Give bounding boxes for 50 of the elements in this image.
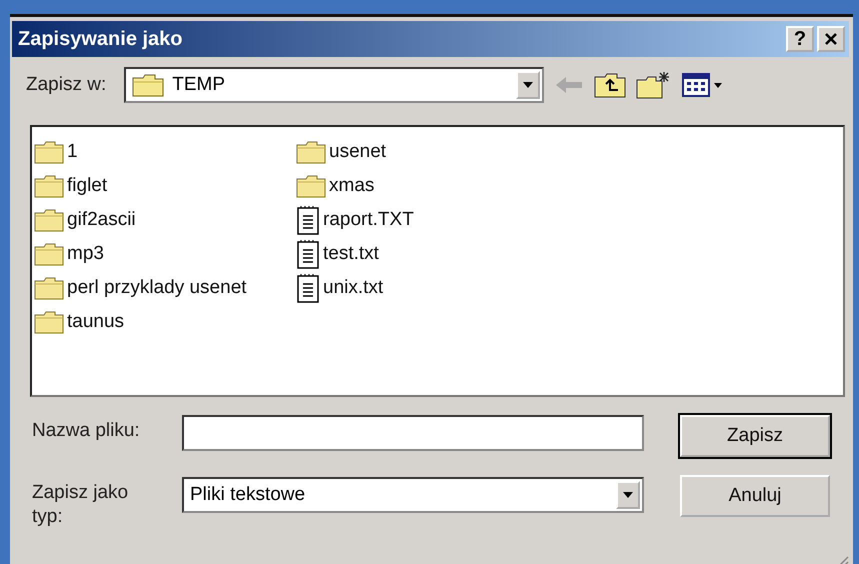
folder-icon <box>34 208 64 232</box>
folder-icon <box>34 242 64 266</box>
folder-icon <box>34 310 64 334</box>
text-file-icon <box>296 205 320 235</box>
view-menu-icon[interactable] <box>682 72 724 98</box>
file-item[interactable]: test.txt <box>296 237 558 271</box>
window-title: Zapisywanie jako <box>18 28 183 50</box>
file-name: 1 <box>67 141 78 163</box>
file-name-label: Nazwa pliku: <box>32 419 141 443</box>
text-file-icon <box>296 239 320 269</box>
file-item[interactable]: mp3 <box>34 237 296 271</box>
file-item[interactable]: 1 <box>34 135 296 169</box>
file-name: perl przyklady usenet <box>67 277 247 299</box>
file-item[interactable]: usenet <box>296 135 558 169</box>
file-name: raport.TXT <box>323 209 414 231</box>
file-item[interactable]: taunus <box>34 305 296 339</box>
save-button[interactable]: Zapisz <box>680 415 830 457</box>
location-value: TEMP <box>172 74 226 96</box>
cancel-button[interactable]: Anuluj <box>680 475 830 517</box>
folder-icon <box>34 174 64 198</box>
file-name: xmas <box>329 175 374 197</box>
folder-icon <box>34 140 64 164</box>
folder-icon <box>296 140 326 164</box>
help-button[interactable]: ? <box>786 26 814 52</box>
file-item[interactable]: raport.TXT <box>296 203 558 237</box>
folder-icon <box>296 174 326 198</box>
file-type-value: Pliki tekstowe <box>190 484 306 506</box>
save-in-label: Zapisz w: <box>26 74 106 96</box>
file-item[interactable]: perl przyklady usenet <box>34 271 296 305</box>
close-button[interactable] <box>817 26 845 52</box>
file-type-dropdown[interactable]: Pliki tekstowe <box>182 477 644 513</box>
file-item[interactable]: unix.txt <box>296 271 558 305</box>
file-name-field[interactable] <box>182 415 644 451</box>
file-item[interactable]: figlet <box>34 169 296 203</box>
close-icon <box>824 32 838 46</box>
file-type-label: Zapisz jako typ: <box>32 481 130 529</box>
file-item[interactable]: xmas <box>296 169 558 203</box>
location-dropdown[interactable]: TEMP <box>124 67 544 103</box>
file-name: mp3 <box>67 243 104 265</box>
file-name: figlet <box>67 175 108 197</box>
file-name: gif2ascii <box>67 209 136 231</box>
file-name: usenet <box>329 141 386 163</box>
up-folder-icon[interactable] <box>594 72 626 98</box>
text-file-icon <box>296 273 320 303</box>
file-item[interactable]: gif2ascii <box>34 203 296 237</box>
file-name: unix.txt <box>323 277 384 299</box>
file-name: test.txt <box>323 243 379 265</box>
folder-icon <box>132 73 164 97</box>
folder-icon <box>34 276 64 300</box>
file-name: taunus <box>67 311 124 333</box>
